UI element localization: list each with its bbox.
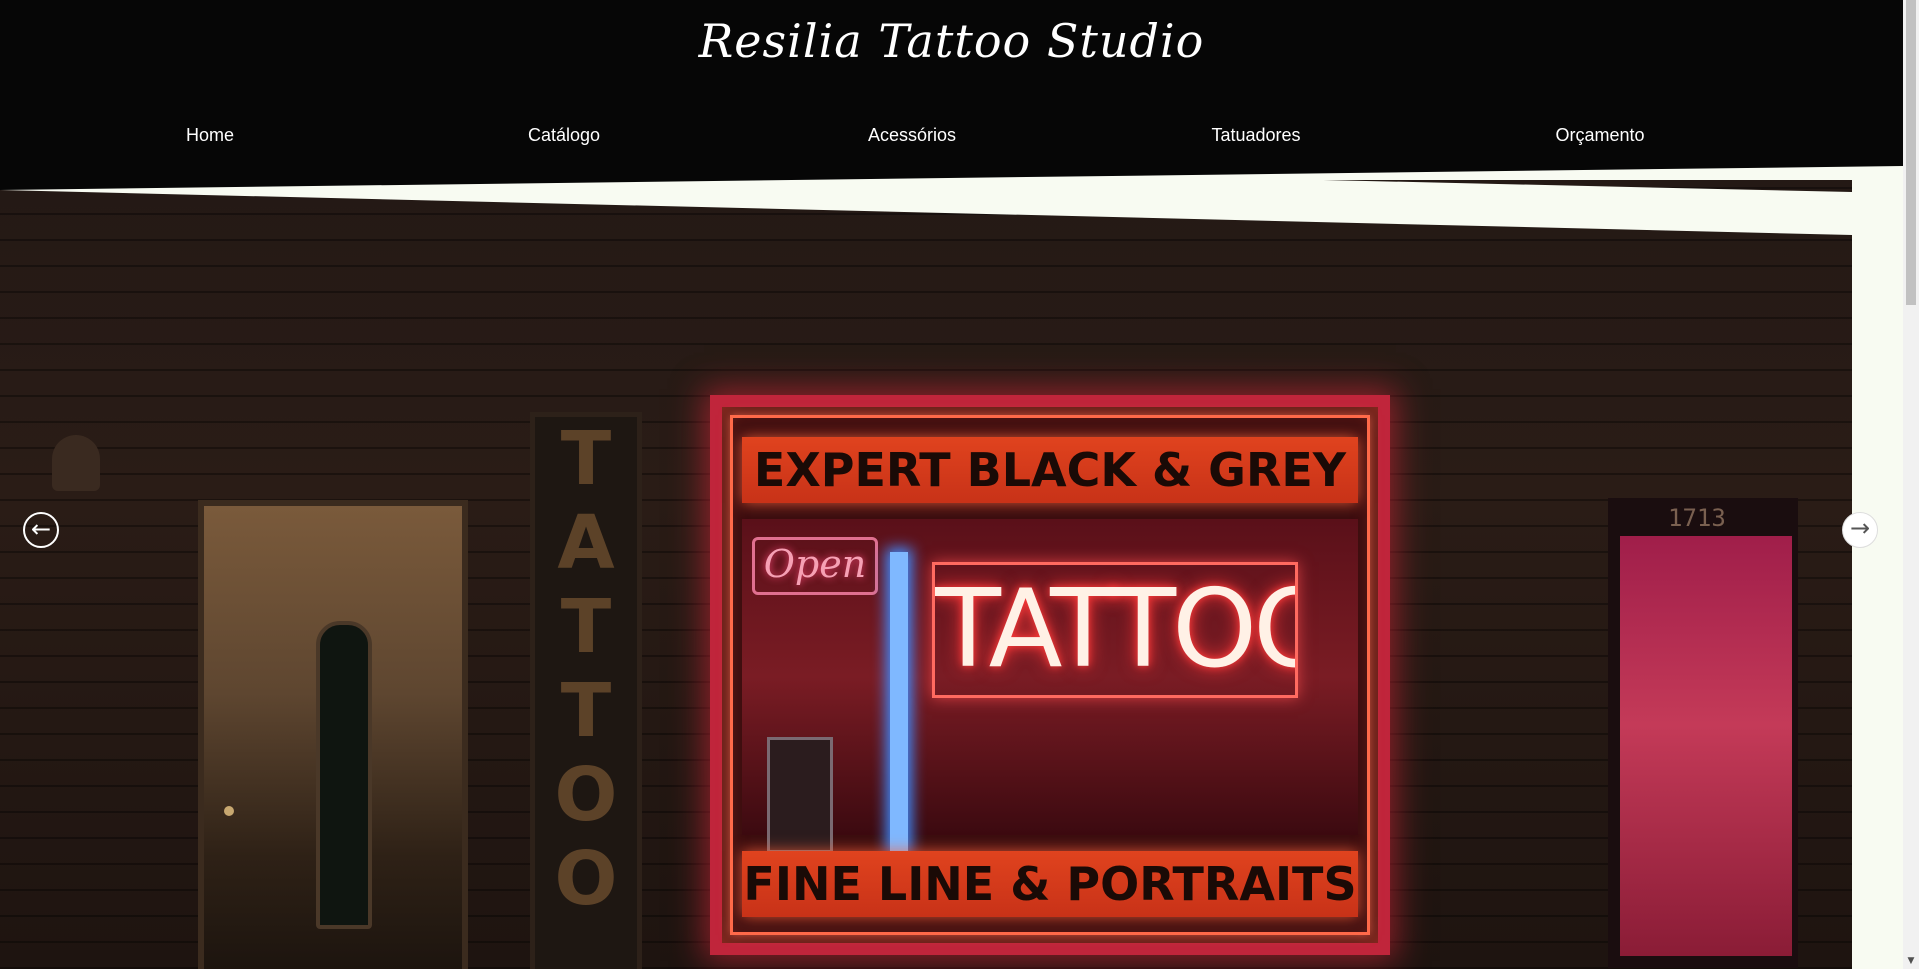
door-window [316,621,372,929]
wall-lamp [52,435,100,491]
vertical-scrollbar[interactable]: ▼ [1903,0,1919,969]
neon-shop-window: EXPERT BLACK & GREY Open TATTOO FINE LIN… [710,395,1390,955]
blue-neon-tube [890,552,908,852]
arrow-right-circle-icon[interactable]: → [1842,512,1878,548]
vertical-sign-letter: T [560,668,612,754]
nav-acessorios[interactable]: Acessórios [868,120,956,150]
vertical-sign-letter: O [554,836,618,922]
nav-orcamento[interactable]: Orçamento [1555,120,1644,150]
scrollbar-thumb[interactable] [1906,0,1916,305]
arrow-left-circle-icon[interactable]: ← [23,512,59,548]
door-glass-red [1620,536,1792,956]
nav-home[interactable]: Home [186,120,234,150]
sign-expert-black-grey: EXPERT BLACK & GREY [742,437,1358,503]
scroll-down-arrow-icon[interactable]: ▼ [1906,956,1916,966]
vertical-tattoo-sign: T A T T O O [530,412,642,969]
window-poster [767,737,833,853]
vertical-sign-letter: T [560,584,612,670]
door-knob [224,806,234,816]
shop-door-left [198,500,468,969]
vertical-sign-letter: T [560,416,612,502]
door-number: 1713 [1668,504,1726,532]
nav-catalogo[interactable]: Catálogo [528,120,600,150]
main-nav: Home Catálogo Acessórios Tatuadores Orça… [0,120,1903,150]
page: Resilia Tattoo Studio Home Catálogo Aces… [0,0,1919,969]
sign-fine-line-portraits: FINE LINE & PORTRAITS [742,851,1358,917]
nav-tatuadores[interactable]: Tatuadores [1211,120,1300,150]
open-neon-sign: Open [752,537,878,595]
hero-carousel-image: T A T T O O EXPERT BLACK & GREY Open TAT… [0,180,1852,969]
tattoo-neon-sign: TATTOO [932,562,1298,698]
vertical-sign-letter: A [557,500,615,586]
vertical-sign-letter: O [554,752,618,838]
shop-door-right: 1713 [1608,498,1798,968]
site-title[interactable]: Resilia Tattoo Studio [0,14,1903,68]
